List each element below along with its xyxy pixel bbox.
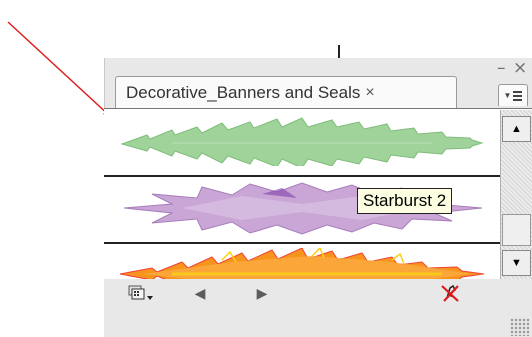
tab-label: Decorative_Banners and Seals [126, 82, 361, 102]
caret-down-icon: ▼ [503, 91, 512, 100]
scroll-down-arrow-icon[interactable]: ▼ [502, 250, 531, 276]
list-item[interactable] [104, 244, 500, 292]
break-link-icon[interactable] [436, 282, 464, 304]
bottom-toolbar [104, 279, 532, 337]
panel-menu-icon[interactable]: ▼ [498, 84, 528, 106]
scroll-up-arrow-icon[interactable]: ▲ [502, 116, 531, 142]
tab-decorative-banners[interactable]: Decorative_Banners and Seals × [115, 76, 457, 108]
list-item[interactable] [104, 109, 500, 177]
tab-close-button[interactable]: × [365, 84, 374, 101]
previous-arrow-icon[interactable]: ◀ [190, 282, 210, 304]
symbol-tooltip: Starburst 2 [357, 188, 453, 214]
vertical-scrollbar[interactable]: ▲ ▼ [500, 110, 532, 279]
menu-lines-icon [513, 90, 523, 101]
next-arrow-icon[interactable]: ▶ [252, 282, 272, 304]
resize-grip[interactable] [510, 318, 530, 336]
close-window-button[interactable]: × [513, 60, 527, 77]
library-menu-icon[interactable] [124, 282, 158, 304]
minimize-button[interactable]: – [497, 60, 506, 77]
green-starburst-banner-icon [120, 117, 484, 166]
scroll-thumb[interactable] [502, 214, 531, 246]
symbols-list [104, 108, 532, 292]
